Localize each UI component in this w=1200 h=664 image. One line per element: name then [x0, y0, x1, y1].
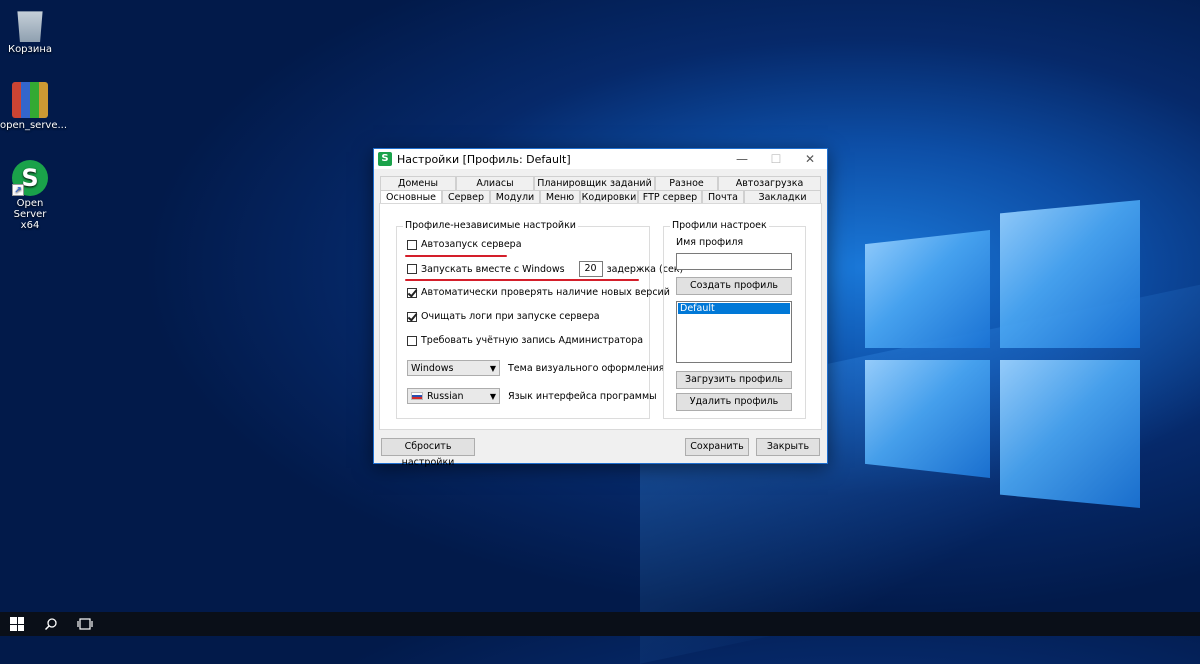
tab-modules[interactable]: Модули	[490, 190, 540, 204]
tab-misc[interactable]: Разное	[655, 176, 718, 190]
red-underline	[405, 279, 639, 281]
title-bar[interactable]: S Настройки [Профиль: Default] — ☐ ✕	[374, 149, 827, 169]
group-label: Профиле-независимые настройки	[403, 220, 578, 231]
theme-row: Windows ▼ Тема визуального оформления	[407, 360, 664, 376]
tab-bookmarks[interactable]: Закладки	[744, 190, 821, 204]
profile-name-label: Имя профиля	[676, 237, 744, 248]
start-with-windows-checkbox[interactable]	[407, 264, 417, 274]
language-select[interactable]: Russian ▼	[407, 388, 500, 404]
start-with-windows-option[interactable]: Запускать вместе с Windows 20 задержка (…	[407, 261, 683, 277]
theme-select[interactable]: Windows ▼	[407, 360, 500, 376]
clear-logs-label: Очищать логи при запуске сервера	[421, 311, 600, 322]
search-button[interactable]	[34, 612, 68, 636]
create-profile-button[interactable]: Создать профиль	[676, 277, 792, 295]
tab-row-1: Домены Алиасы Планировщик заданий Разное…	[380, 176, 821, 190]
theme-label: Тема визуального оформления	[508, 362, 665, 374]
archive-icon	[12, 82, 48, 118]
desktop-icon-label: Open Server x64	[13, 198, 47, 231]
require-admin-label: Требовать учётную запись Администратора	[421, 335, 644, 346]
delay-input[interactable]: 20	[578, 261, 603, 277]
clear-logs-option[interactable]: Очищать логи при запуске сервера	[407, 311, 600, 322]
desktop-icon-installer[interactable]: open_serve...	[0, 82, 68, 131]
autostart-checkbox[interactable]	[407, 239, 417, 250]
tab-encodings[interactable]: Кодировки	[580, 190, 638, 204]
maximize-button[interactable]: ☐	[759, 149, 793, 169]
tab-row-2: Основные Сервер Модули Меню Кодировки FT…	[380, 190, 821, 204]
profile-independent-group: Профиле-независимые настройки Автозапуск…	[396, 220, 683, 419]
windows-logo	[820, 200, 1140, 520]
task-view-button[interactable]	[68, 612, 102, 636]
shortcut-arrow-icon: ↗	[12, 184, 24, 196]
desktop-icon-label: Корзина	[7, 44, 53, 55]
profiles-group: Профили настроек Имя профиля Создать про…	[663, 220, 806, 419]
desktop-icon-open-server[interactable]: S ↗ Open Server x64	[0, 160, 60, 231]
open-server-icon: S ↗	[12, 160, 48, 196]
chevron-down-icon: ▼	[489, 391, 497, 401]
tab-mail[interactable]: Почта	[702, 190, 744, 204]
tab-scheduler[interactable]: Планировщик заданий	[534, 176, 655, 190]
save-button[interactable]: Сохранить	[685, 438, 749, 456]
red-underline	[405, 255, 507, 257]
russia-flag-icon	[411, 392, 423, 400]
check-updates-option[interactable]: Автоматически проверять наличие новых ве…	[407, 287, 670, 298]
app-icon: S	[378, 152, 392, 166]
check-updates-checkbox[interactable]	[407, 287, 417, 298]
check-updates-label: Автоматически проверять наличие новых ве…	[421, 287, 670, 298]
reset-settings-button[interactable]: Сбросить настройки	[381, 438, 475, 468]
language-label: Язык интерфейса программы	[508, 390, 657, 402]
start-with-windows-label: Запускать вместе с Windows	[421, 263, 565, 275]
tab-server[interactable]: Сервер	[442, 190, 490, 204]
profile-name-input[interactable]	[676, 253, 792, 270]
close-dialog-button[interactable]: Закрыть	[756, 438, 820, 456]
load-profile-button[interactable]: Загрузить профиль	[676, 371, 792, 389]
windows-start-icon	[10, 617, 24, 631]
tab-general[interactable]: Основные	[380, 190, 442, 204]
task-view-icon	[77, 618, 93, 630]
language-row: Russian ▼ Язык интерфейса программы	[407, 388, 657, 404]
taskbar	[0, 612, 1200, 636]
clear-logs-checkbox[interactable]	[407, 311, 417, 322]
tab-domains[interactable]: Домены	[380, 176, 456, 190]
tab-ftp-server[interactable]: FTP сервер	[638, 190, 702, 204]
autostart-option[interactable]: Автозапуск сервера	[407, 239, 522, 250]
group-label: Профили настроек	[670, 220, 769, 231]
profiles-list[interactable]: Default	[676, 301, 792, 363]
autostart-label: Автозапуск сервера	[421, 239, 522, 250]
recycle-bin-icon	[17, 11, 43, 42]
desktop-icon-label: open_serve...	[0, 120, 68, 131]
start-button[interactable]	[0, 612, 34, 636]
delete-profile-button[interactable]: Удалить профиль	[676, 393, 792, 411]
require-admin-checkbox[interactable]	[407, 335, 417, 346]
settings-dialog: S Настройки [Профиль: Default] — ☐ ✕ Дом…	[373, 148, 828, 468]
list-item[interactable]: Default	[678, 303, 790, 314]
minimize-button[interactable]: —	[725, 149, 759, 169]
tab-aliases[interactable]: Алиасы	[456, 176, 534, 190]
window-title: Настройки [Профиль: Default]	[397, 152, 571, 166]
close-button[interactable]: ✕	[793, 149, 827, 169]
tab-panel-general: Профиле-независимые настройки Автозапуск…	[379, 203, 822, 430]
desktop-icon-recycle-bin[interactable]: Корзина	[0, 6, 60, 55]
tab-menu[interactable]: Меню	[540, 190, 580, 204]
require-admin-option[interactable]: Требовать учётную запись Администратора	[407, 335, 643, 346]
search-icon	[44, 618, 57, 631]
tab-autoload[interactable]: Автозагрузка	[718, 176, 821, 190]
chevron-down-icon: ▼	[489, 363, 497, 373]
